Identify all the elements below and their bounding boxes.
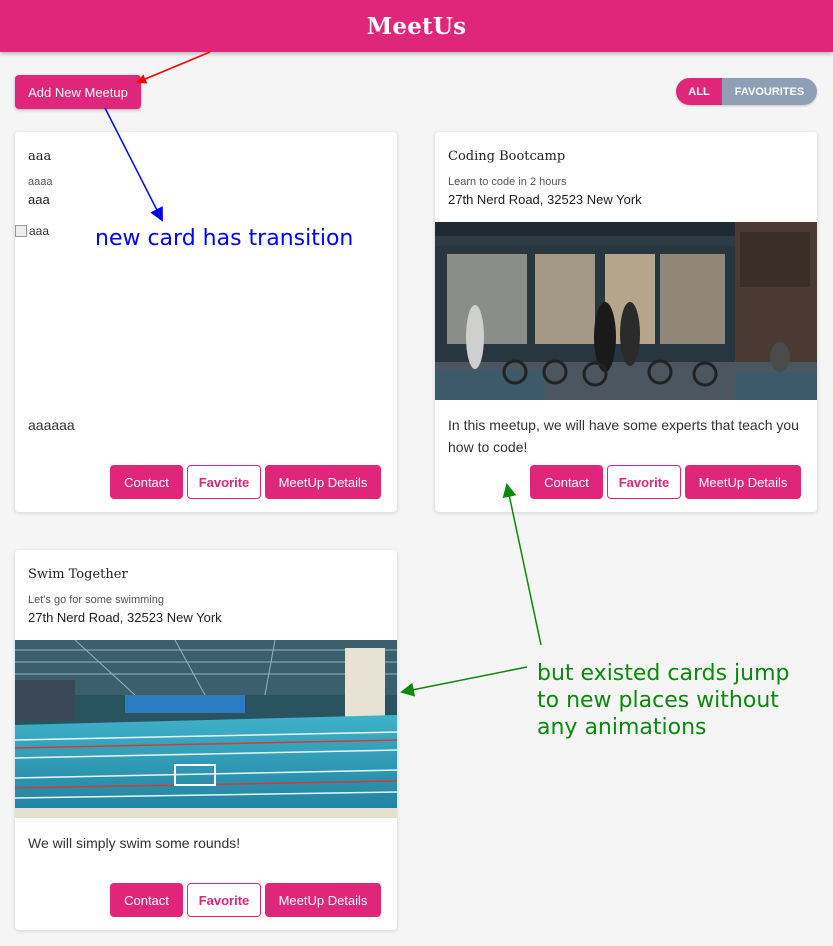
filter-favourites-tab[interactable]: FAVOURITES	[722, 78, 817, 105]
filter-toggle: ALL FAVOURITES	[676, 78, 817, 105]
meetup-details-button[interactable]: MeetUp Details	[685, 465, 801, 499]
card-subtitle: Learn to code in 2 hours	[448, 176, 567, 188]
contact-button[interactable]: Contact	[110, 883, 183, 917]
contact-button[interactable]: Contact	[110, 465, 183, 499]
broken-image: aaa	[15, 224, 49, 238]
card-title: Swim Together	[28, 567, 128, 582]
app-title: MeetUs	[366, 12, 467, 40]
meetup-card: Swim Together Let's go for some swimming…	[15, 550, 397, 930]
card-subtitle: aaaa	[28, 176, 53, 188]
meetup-details-button[interactable]: MeetUp Details	[265, 883, 381, 917]
swimming-pool-image	[15, 640, 397, 818]
card-actions: Contact Favorite MeetUp Details	[110, 883, 381, 917]
card-description: We will simply swim some rounds!	[28, 835, 241, 851]
transition-annotation: new card has transition	[95, 226, 354, 251]
jump-annotation-line-1: but existed cards jump	[537, 661, 790, 686]
card-title: Coding Bootcamp	[448, 149, 566, 164]
broken-image-icon	[15, 225, 27, 237]
card-actions: Contact Favorite MeetUp Details	[110, 465, 381, 499]
card-address: aaa	[28, 192, 50, 207]
card-actions: Contact Favorite MeetUp Details	[530, 465, 801, 499]
red-arrow	[136, 51, 211, 84]
jump-annotation-line-2: to new places without	[537, 688, 779, 713]
green-arrow-left	[400, 666, 528, 697]
app-header: MeetUs	[0, 0, 833, 52]
meetup-details-button[interactable]: MeetUp Details	[265, 465, 381, 499]
card-title: aaa	[28, 149, 52, 164]
meetup-card: aaa aaaa aaa aaa aaaaaa Contact Favorite…	[15, 132, 397, 512]
card-description: aaaaaa	[28, 417, 75, 433]
card-address: 27th Nerd Road, 32523 New York	[28, 610, 222, 625]
card-subtitle: Let's go for some swimming	[28, 594, 164, 606]
filter-all-tab[interactable]: ALL	[676, 78, 722, 105]
card-description: In this meetup, we will have some expert…	[448, 417, 799, 455]
image-alt-text: aaa	[29, 224, 50, 238]
meetup-card: Coding Bootcamp Learn to code in 2 hours…	[435, 132, 817, 512]
add-new-meetup-button[interactable]: Add New Meetup	[15, 75, 141, 109]
cafe-storefront-image	[435, 222, 817, 400]
favorite-button[interactable]: Favorite	[187, 883, 261, 917]
contact-button[interactable]: Contact	[530, 465, 603, 499]
jump-annotation-line-3: any animations	[537, 715, 707, 740]
favorite-button[interactable]: Favorite	[607, 465, 681, 499]
favorite-button[interactable]: Favorite	[187, 465, 261, 499]
card-address: 27th Nerd Road, 32523 New York	[448, 192, 642, 207]
